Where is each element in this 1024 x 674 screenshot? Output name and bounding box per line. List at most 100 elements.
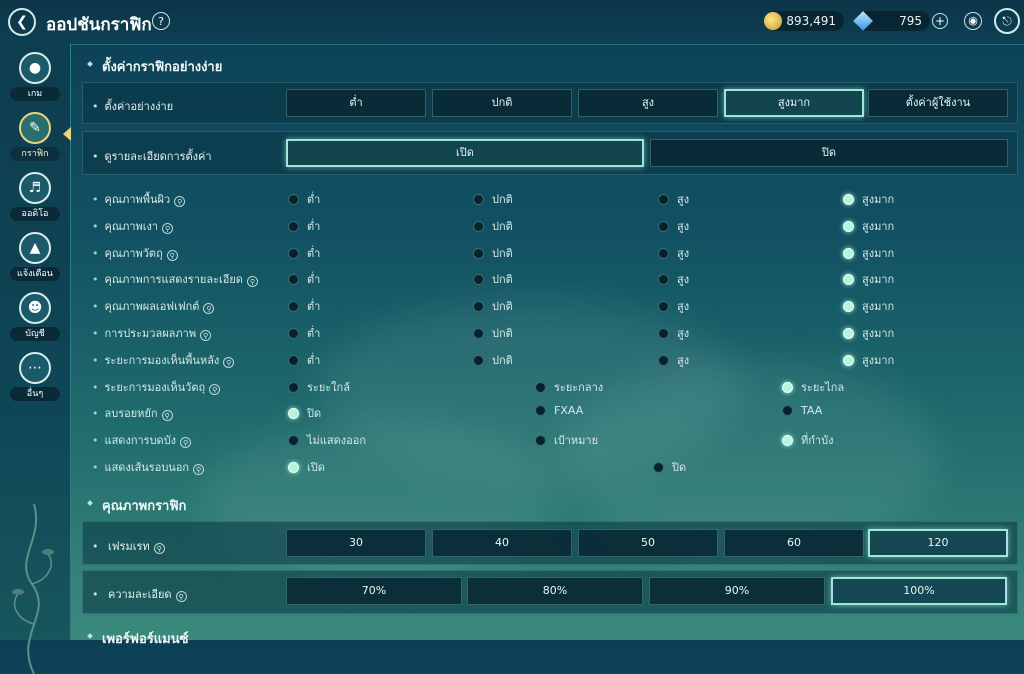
- radio-option[interactable]: ต่ำ: [288, 244, 320, 262]
- fps-button-3[interactable]: 60: [724, 529, 864, 557]
- back-button[interactable]: ❮: [8, 8, 36, 36]
- radio-option-label: ต่ำ: [307, 220, 321, 233]
- radio-option[interactable]: สูง: [658, 244, 689, 262]
- radio-option[interactable]: ต่ำ: [288, 190, 320, 208]
- info-magnifier-icon[interactable]: ⚲: [166, 250, 178, 261]
- fps-button-2[interactable]: 50: [578, 529, 718, 557]
- radio-option[interactable]: ปกติ: [473, 324, 513, 342]
- radio-dot-icon: [473, 355, 484, 366]
- fps-button-0[interactable]: 30: [286, 529, 426, 557]
- radio-option[interactable]: เป้าหมาย: [535, 431, 598, 449]
- info-magnifier-icon[interactable]: ⚲: [209, 384, 221, 395]
- radio-option[interactable]: สูง: [658, 217, 689, 235]
- radio-option[interactable]: สูงมาก: [843, 190, 894, 208]
- radio-option[interactable]: สูง: [658, 297, 689, 315]
- section-title-simple: ตั้งค่ากราฟิกอย่างง่าย: [88, 56, 222, 77]
- setting-row-label: คุณภาพเงา⚲: [92, 217, 174, 235]
- sidebar-item-account[interactable]: ☻ บัญชี: [4, 288, 66, 344]
- gold-coin-icon: [764, 12, 782, 30]
- info-magnifier-icon[interactable]: ⚲: [180, 437, 192, 448]
- radio-option-label: สูงมาก: [862, 247, 895, 260]
- radio-option[interactable]: สูงมาก: [843, 324, 894, 342]
- radio-dot-icon: [473, 328, 484, 339]
- radio-option[interactable]: ระยะใกล้: [288, 378, 350, 396]
- info-magnifier-icon[interactable]: ⚲: [193, 464, 205, 475]
- sidebar-item-audio[interactable]: ♬ ออดิโอ: [4, 168, 66, 224]
- radio-dot-icon: [843, 301, 854, 312]
- radio-option-label: สูงมาก: [862, 327, 895, 340]
- preset-button-4[interactable]: ตั้งค่าผู้ใช้งาน: [868, 89, 1008, 117]
- radio-option[interactable]: ต่ำ: [288, 351, 320, 369]
- setting-row-label: ระยะการมองเห็นพื้นหลัง⚲: [92, 351, 235, 369]
- preset-button-2[interactable]: สูง: [578, 89, 718, 117]
- info-magnifier-icon[interactable]: ⚲: [246, 276, 258, 287]
- radio-option[interactable]: ปกติ: [473, 270, 513, 288]
- exit-button[interactable]: ⎋: [994, 8, 1020, 34]
- radio-option[interactable]: ปกติ: [473, 244, 513, 262]
- radio-option[interactable]: ต่ำ: [288, 217, 320, 235]
- radio-option[interactable]: สูงมาก: [843, 351, 894, 369]
- fps-button-4[interactable]: 120: [868, 529, 1008, 557]
- radio-option[interactable]: ปกติ: [473, 190, 513, 208]
- preset-button-0[interactable]: ต่ำ: [286, 89, 426, 117]
- radio-option[interactable]: สูงมาก: [843, 270, 894, 288]
- radio-option[interactable]: TAA: [782, 404, 822, 417]
- radio-option[interactable]: ปกติ: [473, 217, 513, 235]
- radio-option-label: ต่ำ: [307, 273, 321, 286]
- radio-option-label: ปกติ: [492, 327, 513, 340]
- radio-dot-icon: [843, 274, 854, 285]
- radio-option-label: ต่ำ: [307, 327, 321, 340]
- radio-option[interactable]: ปิด: [288, 404, 321, 422]
- radio-option[interactable]: ระยะกลาง: [535, 378, 603, 396]
- radio-option[interactable]: ปกติ: [473, 351, 513, 369]
- radio-option[interactable]: ปิด: [653, 458, 686, 476]
- preset-button-1[interactable]: ปกติ: [432, 89, 572, 117]
- radio-option[interactable]: ที่กำบัง: [782, 431, 833, 449]
- sidebar-item-notifications[interactable]: ▲ แจ้งเตือน: [4, 228, 66, 284]
- radio-option[interactable]: ปกติ: [473, 297, 513, 315]
- radio-option[interactable]: สูง: [658, 351, 689, 369]
- info-magnifier-icon[interactable]: ⚲: [153, 543, 165, 554]
- resolution-button-1[interactable]: 80%: [467, 577, 643, 605]
- radio-dot-icon: [782, 405, 793, 416]
- radio-option-label: ไม่แสดงออก: [307, 434, 366, 447]
- radio-option-label: ระยะกลาง: [554, 381, 604, 394]
- radio-option[interactable]: สูงมาก: [843, 244, 894, 262]
- radio-option[interactable]: สูง: [658, 324, 689, 342]
- resolution-button-2[interactable]: 90%: [649, 577, 825, 605]
- settings-target-icon[interactable]: ◉: [964, 12, 982, 30]
- info-magnifier-icon[interactable]: ⚲: [175, 591, 187, 602]
- radio-option-label: ปกติ: [492, 273, 513, 286]
- radio-option[interactable]: ต่ำ: [288, 270, 320, 288]
- radio-dot-icon: [473, 194, 484, 205]
- radio-option[interactable]: สูง: [658, 270, 689, 288]
- radio-dot-icon: [535, 435, 546, 446]
- sidebar-item-label: เกม: [10, 87, 60, 101]
- radio-option[interactable]: ต่ำ: [288, 324, 320, 342]
- info-magnifier-icon[interactable]: ⚲: [223, 357, 235, 368]
- radio-option[interactable]: สูงมาก: [843, 217, 894, 235]
- fps-button-1[interactable]: 40: [432, 529, 572, 557]
- help-icon[interactable]: ?: [152, 12, 170, 30]
- info-magnifier-icon[interactable]: ⚲: [161, 410, 173, 421]
- add-gems-button[interactable]: +: [932, 13, 948, 29]
- resolution-button-3[interactable]: 100%: [831, 577, 1007, 605]
- radio-option[interactable]: ระยะไกล: [782, 378, 844, 396]
- sidebar-item-graphics[interactable]: ✎ กราฟิก: [4, 108, 66, 164]
- detail-toggle-button-1[interactable]: ปิด: [650, 139, 1008, 167]
- info-magnifier-icon[interactable]: ⚲: [200, 330, 212, 341]
- radio-option[interactable]: ต่ำ: [288, 297, 320, 315]
- radio-option[interactable]: ไม่แสดงออก: [288, 431, 366, 449]
- preset-button-3[interactable]: สูงมาก: [724, 89, 864, 117]
- radio-option[interactable]: สูงมาก: [843, 297, 894, 315]
- radio-option[interactable]: เปิด: [288, 458, 325, 476]
- detail-toggle-button-0[interactable]: เปิด: [286, 139, 644, 167]
- radio-option[interactable]: FXAA: [535, 404, 583, 417]
- info-magnifier-icon[interactable]: ⚲: [162, 223, 174, 234]
- resolution-button-0[interactable]: 70%: [286, 577, 462, 605]
- sidebar-item-other[interactable]: ⋯ อื่นๆ: [4, 348, 66, 404]
- info-magnifier-icon[interactable]: ⚲: [203, 303, 215, 314]
- info-magnifier-icon[interactable]: ⚲: [174, 196, 186, 207]
- radio-option[interactable]: สูง: [658, 190, 689, 208]
- sidebar-item-game[interactable]: ● เกม: [4, 48, 66, 104]
